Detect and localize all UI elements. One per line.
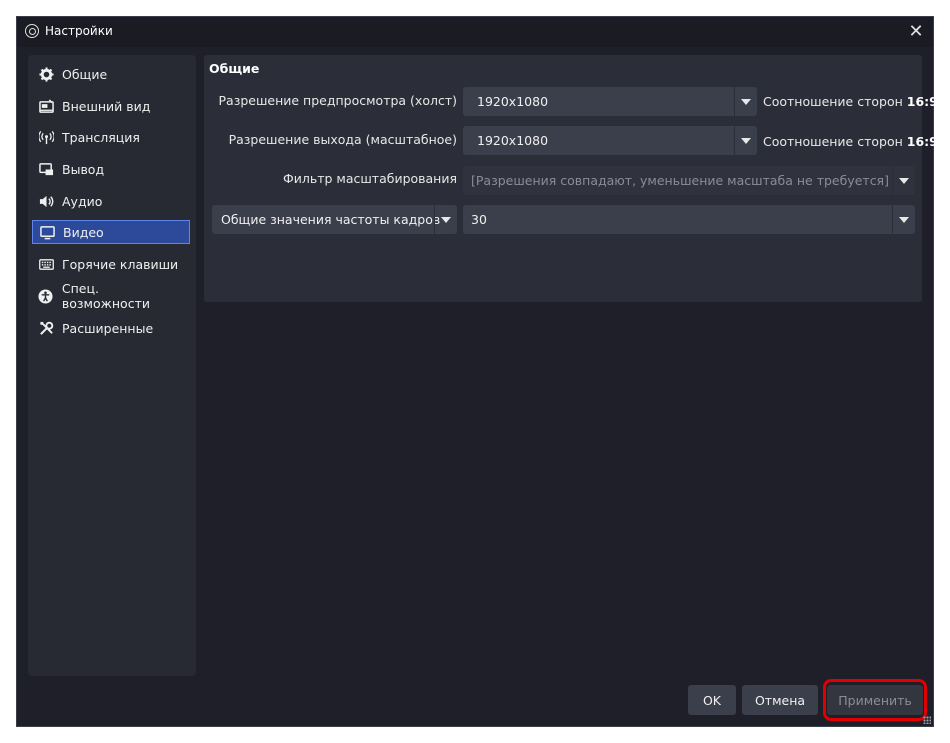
sidebar-item-label: Спец. возможности <box>61 281 150 311</box>
broadcast-icon <box>38 129 54 145</box>
chevron-down-icon[interactable] <box>434 205 457 234</box>
output-aspect-ratio: Соотношение сторон 16:9 <box>763 134 938 149</box>
output-icon <box>38 161 54 177</box>
output-resolution-combo[interactable]: 1920x1080 <box>463 126 757 155</box>
sidebar-item-label: Трансляция <box>62 129 140 145</box>
sidebar-item-label: Вывод <box>62 161 105 177</box>
monitor-icon <box>39 224 55 240</box>
sidebar-item-accessibility[interactable]: Спец. возможности <box>32 281 190 311</box>
cancel-button[interactable]: Отмена <box>742 685 818 715</box>
sidebar-item-label: Аудио <box>62 193 103 209</box>
downscale-filter-value: [Разрешения совпадают, уменьшение масшта… <box>471 173 889 188</box>
sidebar-item-stream[interactable]: Трансляция <box>32 125 190 149</box>
video-general-panel: Общие Разрешение предпросмотра (холст) 1… <box>204 55 938 302</box>
keyboard-icon <box>38 256 54 272</box>
title-bar[interactable]: Настройки ✕ <box>17 17 933 47</box>
section-title: Общие <box>209 61 260 76</box>
speaker-icon <box>38 193 54 209</box>
sidebar-item-label: Внешний вид <box>62 98 151 114</box>
sidebar-item-label: Видео <box>63 224 104 240</box>
chevron-down-icon[interactable] <box>892 205 915 234</box>
sidebar-item-label: Расширенные <box>62 320 154 336</box>
downscale-filter-combo[interactable]: [Разрешения совпадают, уменьшение масшта… <box>463 166 915 195</box>
fps-value-combo[interactable]: 30 <box>463 205 915 234</box>
chevron-down-icon[interactable] <box>734 87 757 116</box>
fps-value: 30 <box>471 212 487 227</box>
ok-button[interactable]: OK <box>688 685 736 715</box>
sidebar-item-appearance[interactable]: Внешний вид <box>32 94 190 118</box>
chevron-down-icon[interactable] <box>892 166 915 195</box>
sidebar-item-output[interactable]: Вывод <box>32 157 190 181</box>
base-resolution-combo[interactable]: 1920x1080 <box>463 87 757 116</box>
sidebar-item-advanced[interactable]: Расширенные <box>32 316 190 340</box>
settings-window: Настройки ✕ Общие Внешний вид Трансляция <box>16 16 938 727</box>
base-resolution-value: 1920x1080 <box>477 94 549 109</box>
base-aspect-ratio: Соотношение сторон 16:9 <box>763 94 938 109</box>
settings-sidebar: Общие Внешний вид Трансляция Вывод Аудио <box>28 55 196 676</box>
obs-logo-icon <box>25 24 39 38</box>
tools-icon <box>38 320 54 336</box>
appearance-icon <box>38 98 54 114</box>
sidebar-item-hotkeys[interactable]: Горячие клавиши <box>32 252 190 276</box>
downscale-filter-label: Фильтр масштабирования <box>282 171 457 186</box>
sidebar-item-audio[interactable]: Аудио <box>32 189 190 213</box>
aspect-value: 16:9 <box>906 94 938 109</box>
fps-type-value: Общие значения частоты кадров <box>221 212 441 227</box>
sidebar-item-label: Горячие клавиши <box>62 256 179 272</box>
sidebar-item-label: Общие <box>62 66 108 82</box>
sidebar-item-video[interactable]: Видео <box>32 220 190 244</box>
sidebar-item-general[interactable]: Общие <box>32 62 190 86</box>
resize-grip[interactable] <box>923 716 931 724</box>
aspect-prefix: Соотношение сторон <box>763 134 903 149</box>
output-resolution-label: Разрешение выхода (масштабное) <box>228 132 457 147</box>
accessibility-icon <box>38 288 54 304</box>
output-resolution-value: 1920x1080 <box>477 133 549 148</box>
chevron-down-icon[interactable] <box>734 126 757 155</box>
aspect-prefix: Соотношение сторон <box>763 94 903 109</box>
aspect-value: 16:9 <box>906 134 938 149</box>
window-title: Настройки <box>45 24 113 38</box>
close-icon[interactable]: ✕ <box>905 21 927 43</box>
apply-button[interactable]: Применить <box>827 685 923 715</box>
base-resolution-label: Разрешение предпросмотра (холст) <box>218 93 458 108</box>
fps-type-combo[interactable]: Общие значения частоты кадров <box>212 205 457 234</box>
gear-icon <box>38 66 54 82</box>
